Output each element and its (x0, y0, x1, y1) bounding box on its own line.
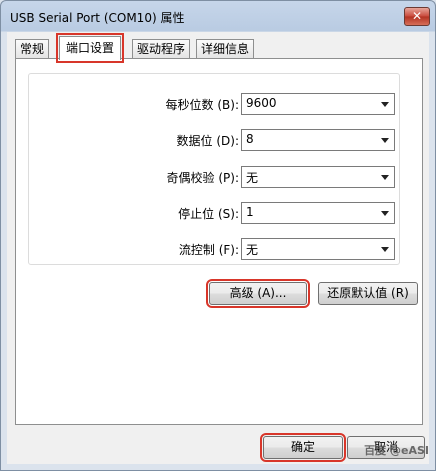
chevron-down-icon (381, 138, 389, 143)
tab-driver[interactable]: 驱动程序 (132, 39, 191, 59)
ok-button[interactable]: 确定 (260, 433, 346, 462)
tab-port-settings[interactable]: 端口设置 (55, 33, 125, 63)
setting-row-parity: 奇偶校验 (P): 无 (29, 166, 399, 188)
stop-bits-select[interactable]: 1 (241, 202, 395, 224)
properties-window: USB Serial Port (COM10) 属性 ✕ 常规 端口设置 驱动程… (0, 0, 436, 471)
window-title: USB Serial Port (COM10) 属性 (10, 11, 185, 25)
data-bits-select[interactable]: 8 (241, 129, 395, 151)
chevron-down-icon (381, 247, 389, 252)
baud-rate-label: 每秒位数 (B): (165, 98, 239, 112)
flow-control-select[interactable]: 无 (241, 238, 395, 260)
chevron-down-icon (381, 175, 389, 180)
data-bits-value: 8 (246, 132, 254, 146)
data-bits-label: 数据位 (D): (176, 134, 239, 148)
chevron-down-icon (381, 102, 389, 107)
parity-label: 奇偶校验 (P): (166, 171, 239, 185)
port-settings-panel: 每秒位数 (B): 9600 数据位 (D): 8 奇偶校验 (P): 无 停止… (15, 58, 423, 425)
tab-general[interactable]: 常规 (15, 39, 50, 59)
setting-row-data-bits: 数据位 (D): 8 (29, 129, 399, 151)
parity-value: 无 (246, 171, 259, 185)
settings-group: 每秒位数 (B): 9600 数据位 (D): 8 奇偶校验 (P): 无 停止… (28, 73, 400, 265)
baud-rate-select[interactable]: 9600 (241, 93, 395, 115)
stop-bits-label: 停止位 (S): (178, 207, 239, 221)
setting-row-stop-bits: 停止位 (S): 1 (29, 202, 399, 224)
setting-row-flow-control: 流控制 (F): 无 (29, 238, 399, 260)
stop-bits-value: 1 (246, 205, 254, 219)
dialog-client: 常规 端口设置 驱动程序 详细信息 每秒位数 (B): 9600 数据位 (D)… (7, 32, 429, 464)
baud-rate-value: 9600 (246, 96, 277, 110)
restore-defaults-button[interactable]: 还原默认值 (R) (318, 282, 418, 305)
tab-details[interactable]: 详细信息 (196, 39, 255, 59)
flow-control-label: 流控制 (F): (178, 243, 239, 257)
setting-row-baud: 每秒位数 (B): 9600 (29, 93, 399, 115)
parity-select[interactable]: 无 (241, 166, 395, 188)
advanced-button[interactable]: 高级 (A)... (206, 279, 310, 308)
flow-control-value: 无 (246, 243, 259, 257)
chevron-down-icon (381, 211, 389, 216)
watermark: 百度 @eASI (364, 444, 429, 457)
close-icon[interactable]: ✕ (404, 7, 430, 26)
